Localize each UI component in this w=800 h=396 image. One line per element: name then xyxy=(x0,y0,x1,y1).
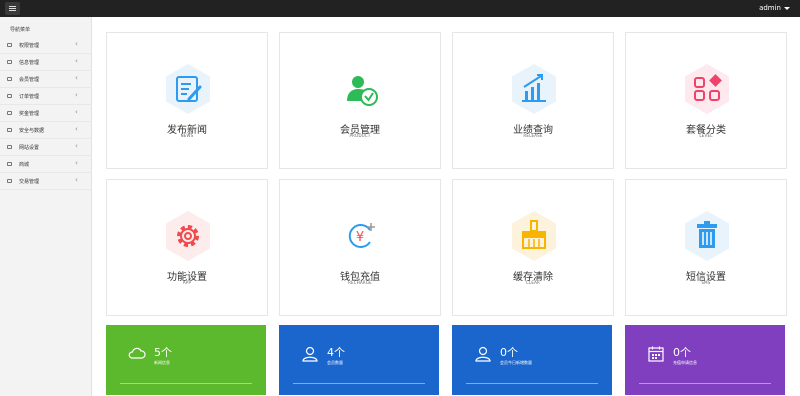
stat-value: 5个 xyxy=(154,346,172,359)
sidebar-item-security[interactable]: 安全与数据 ‹ xyxy=(0,122,92,139)
user-icon xyxy=(302,346,318,362)
key-icon xyxy=(7,43,12,47)
divider xyxy=(293,383,425,384)
calendar-icon xyxy=(648,346,664,362)
category-icon xyxy=(681,63,733,115)
tile-subtitle: RELEASE xyxy=(523,133,543,138)
chevron-left-icon: ‹ xyxy=(75,40,78,48)
broom-icon xyxy=(508,210,560,262)
stat-label: 会员数量 xyxy=(327,360,343,365)
sidebar-item-label: 奖金管理 xyxy=(19,111,40,117)
sidebar-item-label: 订单管理 xyxy=(19,94,40,100)
tile-subtitle: NEWS xyxy=(180,133,194,138)
tile-function-settings[interactable]: 功能设置 APP xyxy=(106,179,268,316)
chat-icon xyxy=(7,77,12,81)
tile-subtitle: LEVEL xyxy=(699,133,713,138)
sidebar-item-label: 权限管理 xyxy=(19,43,40,49)
chevron-left-icon: ‹ xyxy=(75,125,78,133)
tile-publish-news[interactable]: 发布新闻 NEWS xyxy=(106,32,268,169)
tile-member-management[interactable]: 会员管理 PRODUCT xyxy=(279,32,441,169)
user-menu[interactable]: admin xyxy=(759,3,790,14)
chevron-left-icon: ‹ xyxy=(75,91,78,99)
sidebar-item-site-settings[interactable]: 网站设置 ‹ xyxy=(0,139,92,156)
stat-members[interactable]: 4个 会员数量 xyxy=(279,325,439,395)
chevron-left-icon: ‹ xyxy=(75,74,78,82)
monitor-icon xyxy=(7,128,12,132)
chevron-left-icon: ‹ xyxy=(75,176,78,184)
sidebar-item-trading[interactable]: 交易管理 ‹ xyxy=(0,173,92,190)
sidebar-item-label: 信息管理 xyxy=(19,60,40,66)
member-check-icon xyxy=(335,63,387,115)
sidebar-item-label: 交易管理 xyxy=(19,179,40,185)
sidebar-item-orders[interactable]: 订单管理 ‹ xyxy=(0,88,92,105)
tile-sms-settings[interactable]: 短信设置 SMS xyxy=(625,179,787,316)
stat-recharge-requests[interactable]: 0个 充值申请信息 xyxy=(625,325,785,395)
tile-package-category[interactable]: 套餐分类 LEVEL xyxy=(625,32,787,169)
stat-news[interactable]: 5个 新闻信息 xyxy=(106,325,266,395)
stat-label: 充值申请信息 xyxy=(673,360,697,365)
sidebar: 导航菜单 权限管理 ‹ 信息管理 ‹ 会员管理 ‹ 订单管理 ‹ 奖金管理 ‹ … xyxy=(0,17,92,396)
top-bar: admin xyxy=(0,0,800,17)
yuan-recharge-icon: ¥ xyxy=(335,210,387,262)
dashboard: 发布新闻 NEWS 会员管理 PRODUCT 业绩查询 RELEASE 套餐分类… xyxy=(92,17,800,396)
sidebar-item-members[interactable]: 会员管理 ‹ xyxy=(0,71,92,88)
divider xyxy=(639,383,771,384)
menu-line xyxy=(9,6,16,7)
trash-icon xyxy=(681,210,733,262)
monitor-icon xyxy=(7,145,12,149)
tile-performance-query[interactable]: 业绩查询 RELEASE xyxy=(452,32,614,169)
bar-chart-icon xyxy=(508,63,560,115)
cart-icon xyxy=(7,94,12,98)
sidebar-item-label: 网站设置 xyxy=(19,145,40,151)
stat-label: 会员今日新增数量 xyxy=(500,360,532,365)
chevron-left-icon: ‹ xyxy=(75,159,78,167)
sidebar-heading: 导航菜单 xyxy=(10,27,31,33)
gear-icon xyxy=(162,210,214,262)
shop-icon xyxy=(7,162,12,166)
tile-subtitle: CLEAR xyxy=(525,280,541,285)
divider xyxy=(120,383,252,384)
divider xyxy=(466,383,598,384)
sidebar-item-permissions[interactable]: 权限管理 ‹ xyxy=(0,37,92,54)
edit-news-icon xyxy=(162,63,214,115)
menu-line xyxy=(9,8,16,9)
stat-value: 0个 xyxy=(673,346,691,359)
tile-subtitle: SMS xyxy=(701,280,711,285)
chevron-left-icon: ‹ xyxy=(75,142,78,150)
tile-subtitle: APP xyxy=(182,280,192,285)
chevron-left-icon: ‹ xyxy=(75,108,78,116)
svg-text:¥: ¥ xyxy=(356,230,364,245)
sidebar-item-mall[interactable]: 商城 ‹ xyxy=(0,156,92,173)
sidebar-item-label: 安全与数据 xyxy=(19,128,45,134)
stat-value: 4个 xyxy=(327,346,345,359)
wallet-icon xyxy=(7,111,12,115)
sidebar-item-bonus[interactable]: 奖金管理 ‹ xyxy=(0,105,92,122)
tile-clear-cache[interactable]: 缓存清除 CLEAR xyxy=(452,179,614,316)
username: admin xyxy=(759,4,781,12)
stat-label: 新闻信息 xyxy=(154,360,170,365)
chevron-left-icon: ‹ xyxy=(75,57,78,65)
caret-down-icon xyxy=(784,6,790,10)
stat-new-members-today[interactable]: 0个 会员今日新增数量 xyxy=(452,325,612,395)
menu-line xyxy=(9,10,16,11)
sidebar-item-label: 商城 xyxy=(19,162,30,168)
cloud-icon xyxy=(128,347,146,359)
stat-value: 0个 xyxy=(500,346,518,359)
transfer-icon xyxy=(7,179,12,183)
tile-subtitle: RECHARGE xyxy=(348,280,372,285)
menu-toggle-button[interactable] xyxy=(5,2,20,15)
tile-subtitle: PRODUCT xyxy=(349,133,371,138)
user-icon xyxy=(475,346,491,362)
envelope-icon xyxy=(7,60,12,64)
sidebar-item-information[interactable]: 信息管理 ‹ xyxy=(0,54,92,71)
sidebar-item-label: 会员管理 xyxy=(19,77,40,83)
tile-wallet-recharge[interactable]: ¥ 钱包充值 RECHARGE xyxy=(279,179,441,316)
